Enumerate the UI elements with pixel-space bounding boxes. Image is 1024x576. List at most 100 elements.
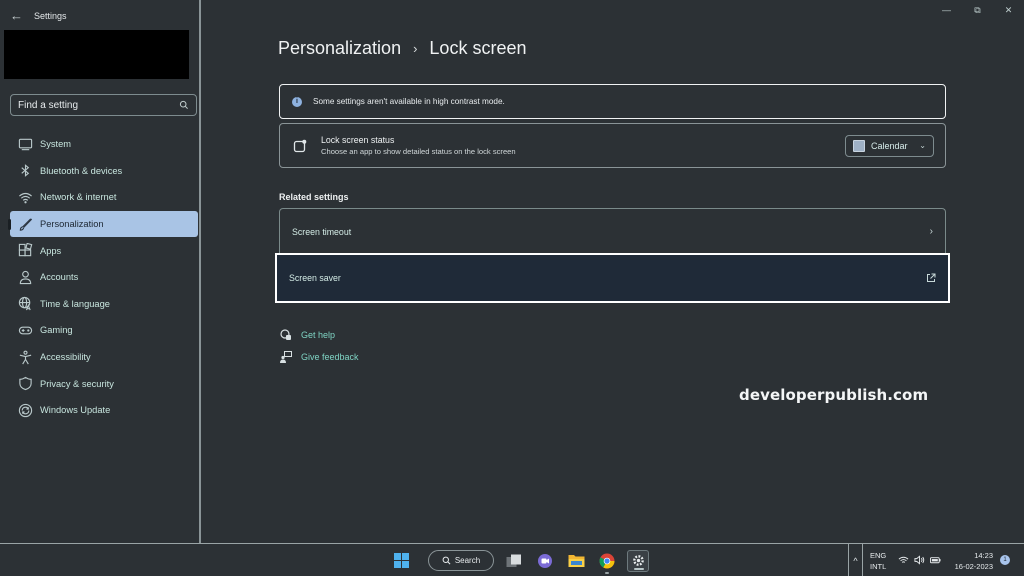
sidebar-item-label: Time & language — [40, 298, 110, 309]
sidebar-item-label: Bluetooth & devices — [40, 165, 123, 176]
sidebar-item-system[interactable]: System — [10, 131, 198, 158]
taskbar-search-button[interactable]: Search — [428, 550, 494, 571]
sidebar-item-label: Windows Update — [40, 405, 111, 416]
help-links: Get help Give feedback — [280, 324, 359, 368]
volume-icon — [914, 555, 925, 565]
sidebar-nav: System Bluetooth & devices Network & int… — [8, 131, 198, 424]
related-settings-heading: Related settings — [279, 192, 349, 202]
page-title: Lock screen — [429, 38, 527, 58]
sidebar-item-windows-update[interactable]: Windows Update — [10, 397, 198, 424]
help-icon — [280, 329, 291, 340]
gamepad-icon — [17, 322, 33, 338]
wifi-icon — [898, 556, 909, 563]
chevron-right-icon: › — [929, 226, 933, 237]
sidebar-item-label: System — [40, 139, 71, 150]
sidebar-item-apps[interactable]: Apps — [10, 237, 198, 264]
high-contrast-info-bar: i Some settings aren't available in high… — [279, 84, 946, 119]
taskbar: Search ^ ENG INTL 14:23 16-02-2023 1 — [0, 543, 1024, 576]
bluetooth-icon — [17, 163, 33, 179]
language-line1: ENG — [870, 551, 887, 560]
search-icon — [442, 556, 451, 565]
taskbar-search-label: Search — [454, 556, 481, 565]
lock-screen-status-text: Lock screen status Choose an app to show… — [321, 135, 845, 156]
update-icon — [17, 402, 33, 418]
sidebar-item-bluetooth[interactable]: Bluetooth & devices — [10, 158, 198, 185]
back-arrow-icon[interactable]: ← — [10, 9, 24, 23]
clock-time: 14:23 — [974, 551, 993, 560]
search-input[interactable] — [18, 99, 179, 111]
sidebar-item-personalization[interactable]: Personalization — [8, 210, 198, 238]
apps-icon — [17, 243, 33, 259]
screen-timeout-label: Screen timeout — [292, 226, 352, 237]
running-indicator — [605, 571, 609, 574]
lock-screen-status-description: Choose an app to show detailed status on… — [321, 147, 516, 156]
screen-timeout-link[interactable]: Screen timeout › — [279, 208, 946, 254]
windows-start-icon[interactable] — [394, 553, 409, 568]
chevron-down-icon: ⌄ — [919, 141, 926, 150]
watermark-text: developerpublish.com — [739, 386, 929, 404]
screen-saver-link[interactable]: Screen saver — [275, 253, 950, 303]
language-line2: INTL — [870, 562, 887, 571]
system-tray-quick-settings[interactable] — [898, 555, 941, 565]
sidebar-item-network[interactable]: Network & internet — [10, 184, 198, 211]
restore-button[interactable]: ⧉ — [962, 0, 993, 20]
info-icon: i — [292, 96, 302, 107]
screen-saver-label: Screen saver — [289, 273, 341, 283]
person-icon — [17, 269, 33, 285]
sidebar-item-label: Network & internet — [40, 192, 117, 203]
monitor-icon — [17, 136, 33, 152]
breadcrumb-parent[interactable]: Personalization — [278, 38, 401, 59]
lock-screen-status-icon — [293, 139, 307, 152]
sidebar-item-label: Accessibility — [40, 352, 91, 363]
input-language-indicator[interactable]: ENG INTL — [870, 550, 886, 572]
wifi-icon — [17, 189, 33, 205]
battery-icon — [930, 557, 941, 564]
minimize-button[interactable]: — — [931, 0, 962, 20]
lock-screen-status-dropdown[interactable]: Calendar ⌄ — [845, 134, 934, 157]
sidebar-item-accounts[interactable]: Accounts — [10, 264, 198, 291]
taskbar-center: Search — [394, 548, 649, 574]
window-controls: — ⧉ ✕ — [931, 0, 1024, 20]
chrome-icon[interactable] — [596, 550, 618, 574]
accessibility-icon — [17, 349, 33, 365]
sidebar-item-accessibility[interactable]: Accessibility — [10, 344, 198, 371]
sidebar-divider — [199, 0, 201, 543]
profile-card-redacted[interactable] — [4, 30, 189, 79]
teams-chat-icon[interactable] — [534, 550, 556, 572]
sidebar-item-gaming[interactable]: Gaming — [10, 317, 198, 344]
notification-badge[interactable]: 1 — [1000, 555, 1010, 565]
dropdown-selected-value: Calendar — [871, 140, 908, 151]
sidebar-item-label: Privacy & security — [40, 378, 114, 389]
feedback-icon — [280, 351, 292, 363]
file-explorer-icon[interactable] — [565, 550, 587, 572]
app-title: Settings — [34, 11, 67, 21]
shield-icon — [17, 376, 33, 392]
give-feedback-label: Give feedback — [301, 352, 359, 362]
show-hidden-icons-chevron-up-icon[interactable]: ^ — [848, 544, 863, 576]
sidebar-item-label: Gaming — [40, 325, 73, 336]
title-bar: ← Settings — [10, 9, 67, 23]
get-help-link[interactable]: Get help — [280, 324, 359, 346]
lock-screen-status-card: Lock screen status Choose an app to show… — [279, 123, 946, 168]
breadcrumb: Personalization › Lock screen — [278, 38, 526, 59]
sidebar-item-label: Accounts — [40, 272, 79, 283]
task-view-icon[interactable] — [503, 550, 525, 572]
sidebar-item-time-language[interactable]: Time & language — [10, 291, 198, 318]
external-link-icon — [927, 273, 936, 282]
clock-date: 16-02-2023 — [954, 562, 993, 571]
sidebar-item-privacy[interactable]: Privacy & security — [10, 370, 198, 397]
brush-icon — [17, 216, 33, 232]
settings-app-icon[interactable] — [627, 549, 649, 572]
get-help-label: Get help — [301, 330, 336, 340]
calendar-app-icon — [853, 139, 865, 152]
give-feedback-link[interactable]: Give feedback — [280, 346, 359, 368]
close-button[interactable]: ✕ — [993, 0, 1024, 20]
search-icon[interactable] — [179, 100, 189, 110]
lock-screen-status-title: Lock screen status — [321, 135, 395, 145]
sidebar-item-label: Personalization — [40, 219, 104, 230]
breadcrumb-separator-icon: › — [413, 41, 418, 56]
search-box[interactable] — [10, 94, 197, 116]
info-text: Some settings aren't available in high c… — [313, 97, 505, 106]
taskbar-clock[interactable]: 14:23 16-02-2023 — [955, 550, 993, 572]
sidebar: ← Settings System Bluetooth & devices Ne… — [0, 0, 200, 543]
